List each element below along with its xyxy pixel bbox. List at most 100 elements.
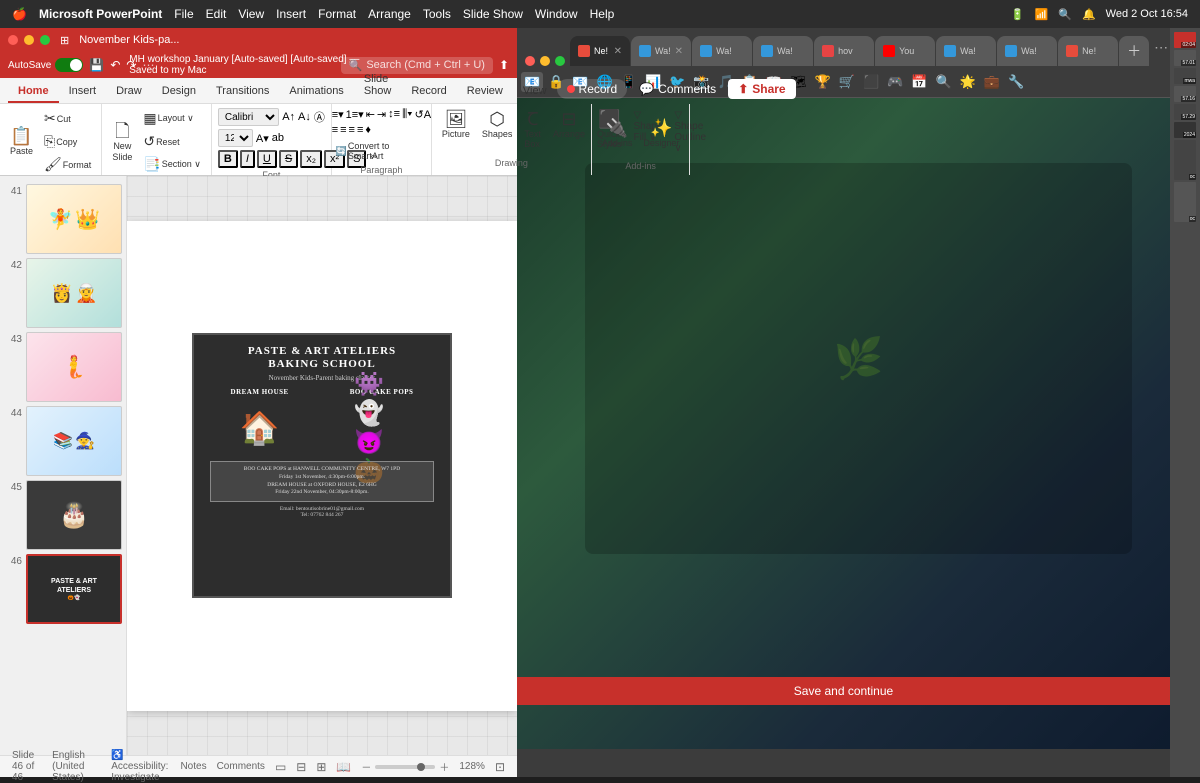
numbering-icon[interactable]: 1≡▾	[346, 108, 364, 121]
menu-view[interactable]: View	[238, 7, 264, 21]
subscript-button[interactable]: x₂	[300, 150, 322, 168]
browser-tab-3[interactable]: Wa!	[753, 36, 813, 66]
right-thumb-4[interactable]: 57.16	[1174, 86, 1196, 102]
clear-format-icon[interactable]: Ⓐ	[314, 109, 325, 125]
emoji-item-14[interactable]: 🛒	[836, 72, 858, 92]
browser-maximize[interactable]	[555, 56, 565, 66]
browser-tab-2[interactable]: Wa!	[692, 36, 752, 66]
paste-button[interactable]: 📋 Paste	[6, 125, 37, 158]
browser-tab-0[interactable]: Ne! ✕	[570, 36, 630, 66]
bullets-icon[interactable]: ≡▾	[332, 108, 344, 121]
slide-thumb-45[interactable]: 45 🎂	[4, 480, 122, 550]
record-button[interactable]: Record	[557, 79, 628, 99]
slide-thumb-42[interactable]: 42 👸 🧝	[4, 258, 122, 328]
apple-menu-icon[interactable]: 🍎	[12, 7, 27, 21]
comments-button[interactable]: 💬 Comments	[631, 79, 724, 99]
menu-edit[interactable]: Edit	[206, 7, 227, 21]
menu-help[interactable]: Help	[590, 7, 615, 21]
browser-tab-6[interactable]: Wa!	[936, 36, 996, 66]
tab-animations[interactable]: Animations	[279, 81, 353, 103]
layout-button[interactable]: ▦ Layout ∨	[139, 108, 205, 129]
bold-button[interactable]: B	[218, 150, 238, 168]
tab-insert[interactable]: Insert	[59, 81, 107, 103]
menu-tools[interactable]: Tools	[423, 7, 451, 21]
font-family-select[interactable]: Calibri	[218, 108, 279, 126]
right-thumb-5[interactable]: 57.29	[1174, 104, 1196, 120]
minimize-button[interactable]	[24, 35, 34, 45]
format-paint-button[interactable]: 🖌 Format	[40, 154, 95, 175]
increase-indent-icon[interactable]: ⇥	[377, 108, 386, 121]
tab-draw[interactable]: Draw	[106, 81, 152, 103]
tab-transitions[interactable]: Transitions	[206, 81, 279, 103]
zoom-in-button[interactable]: ＋	[439, 759, 449, 774]
text-direction-icon[interactable]: ↺A	[415, 108, 432, 121]
browser-tab-new[interactable]: ＋	[1119, 36, 1149, 66]
addins-button[interactable]: 🔌 Add-ins	[598, 117, 637, 150]
share-icon-header[interactable]: ⬆	[499, 58, 509, 72]
autosave-switch[interactable]	[55, 58, 83, 72]
emoji-item-20[interactable]: 💼	[981, 72, 1003, 92]
view-sorter-icon[interactable]: ⊞	[316, 760, 326, 774]
browser-tab-7[interactable]: Wa!	[997, 36, 1057, 66]
save-icon[interactable]: 💾	[89, 58, 104, 72]
emoji-item-17[interactable]: 📅	[908, 72, 930, 92]
notification-icon[interactable]: 🔔	[1082, 8, 1096, 21]
browser-tab-1[interactable]: Wa! ✕	[631, 36, 691, 66]
slide-thumb-46[interactable]: 46 PASTE & ART ATELIERS 🎃👻	[4, 554, 122, 624]
browser-tab-5[interactable]: You	[875, 36, 935, 66]
browser-tab-4[interactable]: hov	[814, 36, 874, 66]
autosave-toggle[interactable]: AutoSave	[8, 58, 83, 72]
menu-insert[interactable]: Insert	[276, 7, 306, 21]
align-center-icon[interactable]: ≡	[340, 124, 346, 136]
close-button[interactable]	[8, 35, 18, 45]
font-color-icon[interactable]: A▾	[256, 132, 269, 145]
font-grow-icon[interactable]: A↑	[282, 111, 295, 123]
align-right-icon[interactable]: ≡	[349, 124, 355, 136]
cut-button[interactable]: ✂ Cut	[40, 108, 95, 129]
zoom-out-button[interactable]: －	[361, 759, 371, 774]
slide-thumb-41[interactable]: 41 🧚 👑	[4, 184, 122, 254]
smartart-icon[interactable]: ♦	[365, 124, 371, 136]
tab-record[interactable]: Record	[401, 81, 456, 103]
font-shrink-icon[interactable]: A↓	[298, 111, 311, 123]
columns-icon[interactable]: ⫼▾	[402, 108, 412, 121]
zoom-slider[interactable]	[375, 765, 435, 769]
view-reading-icon[interactable]: 📖	[336, 760, 351, 774]
browser-minimize[interactable]	[540, 56, 550, 66]
tab-review[interactable]: Review	[457, 81, 513, 103]
right-thumb-7[interactable]: oc	[1174, 140, 1196, 180]
textbox-button[interactable]: Ꞇ Text Box	[520, 108, 545, 156]
new-slide-button[interactable]: 🗋 New Slide	[108, 120, 136, 164]
right-thumb-1[interactable]: 02:04	[1174, 32, 1196, 48]
right-thumb-6[interactable]: 2024	[1174, 122, 1196, 138]
slide-canvas[interactable]: PASTE & ART ATELIERS BAKING SCHOOL Novem…	[127, 221, 517, 711]
arrange-button[interactable]: ⊟ Arrange	[549, 108, 589, 156]
font-size-select[interactable]: 12	[218, 129, 253, 147]
browser-expand-icon[interactable]: ⋯	[1154, 39, 1168, 56]
decrease-indent-icon[interactable]: ⇤	[366, 108, 375, 121]
highlight-icon[interactable]: ab	[272, 132, 284, 144]
convert-smartart-button[interactable]: 🔄 Convert to SmartArt	[332, 139, 431, 163]
zoom-level[interactable]: 128%	[459, 761, 485, 772]
share-button[interactable]: ⬆ Share	[728, 79, 795, 99]
tab-home[interactable]: Home	[8, 81, 59, 103]
view-normal-icon[interactable]: ▭	[275, 760, 286, 774]
search-icon[interactable]: 🔍	[1058, 8, 1072, 21]
underline-button[interactable]: U	[257, 150, 277, 168]
emoji-item-15[interactable]: ⬛	[860, 72, 882, 92]
tab-view[interactable]: View	[513, 81, 557, 103]
notes-button[interactable]: Notes	[180, 761, 206, 772]
picture-button[interactable]: 🖼 Picture	[438, 108, 474, 156]
justify-icon[interactable]: ≡	[357, 124, 363, 136]
tab-close-0[interactable]: ✕	[614, 46, 622, 57]
line-spacing-icon[interactable]: ↕≡	[388, 108, 400, 121]
tab-close-1[interactable]: ✕	[675, 46, 683, 57]
menu-file[interactable]: File	[174, 7, 193, 21]
strikethrough-button[interactable]: S	[279, 150, 298, 168]
menu-slideshow[interactable]: Slide Show	[463, 7, 523, 21]
undo-icon[interactable]: ↶	[110, 58, 120, 72]
browser-tab-8[interactable]: Ne!	[1058, 36, 1118, 66]
emoji-item-18[interactable]: 🔍	[933, 72, 955, 92]
slide-thumb-44[interactable]: 44 📚 🧙	[4, 406, 122, 476]
emoji-item-19[interactable]: 🌟	[957, 72, 979, 92]
